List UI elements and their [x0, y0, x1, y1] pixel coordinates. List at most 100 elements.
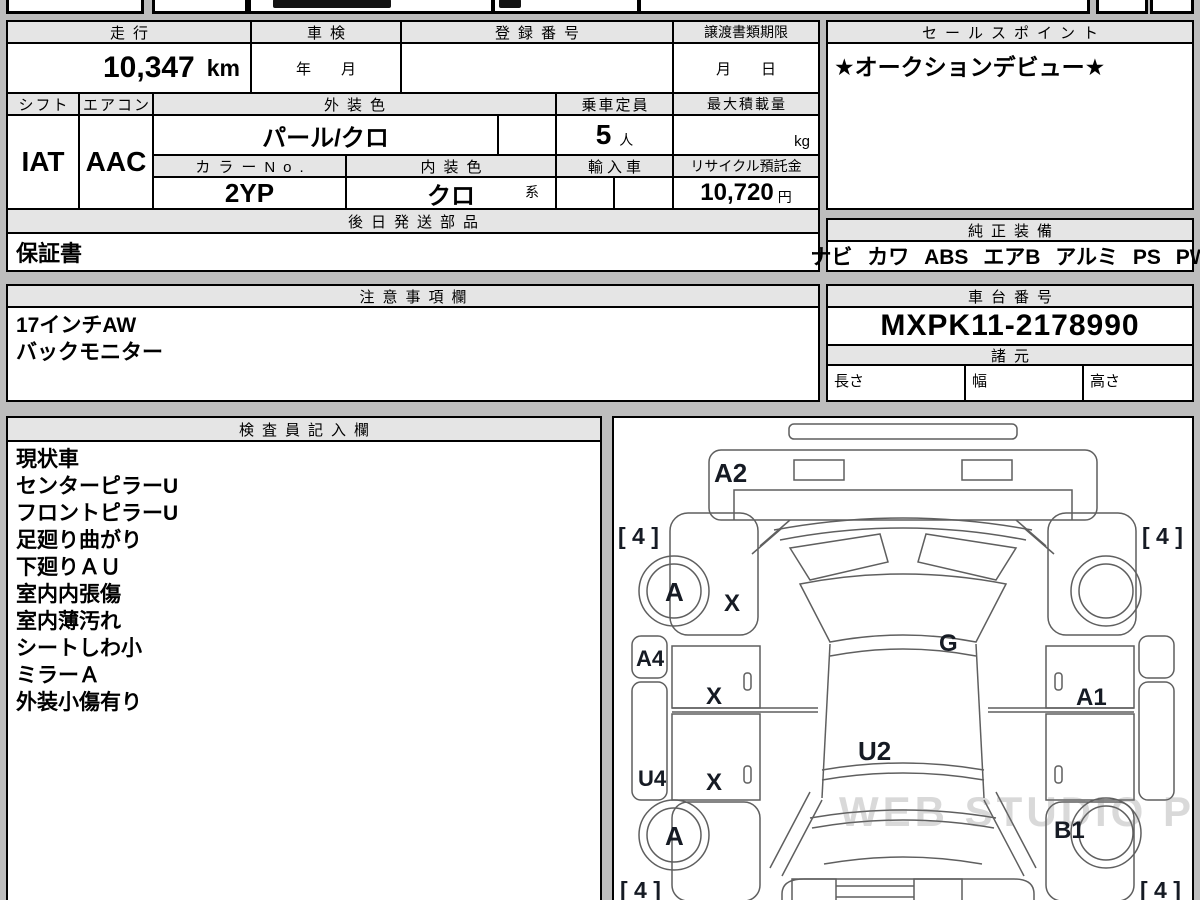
front-garnish-left [793, 459, 845, 481]
car-diagram-box: WEB STUDIO PRO A2 [ 4 ] [ 4 ] [ 4 ] [ 4 … [612, 416, 1200, 900]
notes-body: 17インチAW バックモニター [6, 306, 820, 402]
inspector-line: 足廻り曲がり [16, 529, 142, 552]
color-no-header: カラーNo. [152, 154, 347, 178]
color-no-value: 2YP [152, 176, 347, 210]
rear-bumper-lines [836, 885, 914, 898]
top-row-cell [638, 0, 1090, 14]
later-parts-header: 後日発送部品 [6, 208, 820, 234]
specs-header: 諸元 [826, 344, 1194, 366]
recycle-deposit-value: 10,720 [700, 179, 774, 206]
front-right-wheel [1070, 555, 1142, 627]
left-sill-lines [672, 707, 818, 713]
note-line: バックモニター [16, 341, 163, 364]
max-load-cell: kg [672, 114, 820, 156]
car-diagram: WEB STUDIO PRO A2 [ 4 ] [ 4 ] [ 4 ] [ 4 … [618, 423, 1200, 900]
damage-label-rail-u4: U4 [638, 766, 667, 791]
damage-label-u2: U2 [858, 736, 891, 766]
rear-left-fold-lines [769, 791, 823, 877]
inspector-body: 現状車 センターピラーU フロントピラーU 足廻り曲がり 下廻りＡＵ 室内内張傷… [6, 440, 602, 900]
interior-color-header: 内装色 [345, 154, 557, 178]
mileage-value: 10,347 [102, 51, 195, 84]
front-grille-line [733, 489, 1073, 520]
damage-label-a2: A2 [714, 458, 747, 488]
import-cell-1 [555, 176, 615, 210]
inspector-line: 室内内張傷 [16, 583, 121, 606]
import-header: 輸入車 [555, 154, 674, 178]
tire-label-rear-right: [ 4 ] [1140, 877, 1181, 900]
right-rail-rear [1138, 681, 1175, 801]
mileage-header: 走行 [6, 20, 252, 44]
right-front-door-handle [1054, 672, 1063, 691]
capacity-header: 乗車定員 [555, 92, 674, 116]
right-rail-front [1138, 635, 1175, 679]
notes-header: 注意事項欄 [6, 284, 820, 308]
auction-sheet: 走行 車検 登録番号 譲渡書類期限 10,347 km 年 月 月 日 シフト … [0, 0, 1200, 900]
inspector-line: シートしわ小 [16, 637, 142, 660]
recycle-deposit-cell: 10,720 円 [672, 176, 820, 210]
mileage-cell: 10,347 km [6, 42, 252, 94]
inspection-header: 車検 [250, 20, 402, 44]
front-right-fender [1047, 512, 1137, 636]
import-cell-2 [613, 176, 674, 210]
equipment-list: ナビ カワ ABS エアB アルミ PS PW [810, 240, 1200, 272]
capacity-cell: 5 人 [555, 114, 674, 156]
front-bumper [708, 449, 1098, 521]
inspector-line: 室内薄汚れ [16, 610, 121, 633]
aircon-value: AAC [78, 114, 154, 210]
shift-header: シフト [6, 92, 80, 116]
damage-label-door-x1: X [706, 683, 722, 710]
damage-label-wheel-rear-left: A [665, 821, 684, 851]
rear-left-quarter [671, 801, 761, 900]
inspector-line: センターピラーU [16, 475, 179, 498]
exterior-color-header: 外装色 [152, 92, 557, 116]
spec-length: 長さ [826, 364, 966, 402]
cabin-edge-right [975, 643, 985, 799]
top-row-cell [152, 0, 248, 14]
top-row-cell [492, 0, 640, 14]
cabin-edge-left [821, 643, 831, 799]
later-parts-value: 保証書 [6, 232, 820, 272]
spec-height: 高さ [1082, 364, 1194, 402]
clipped-text-fragment [273, 0, 391, 8]
tire-label-rear-left: [ 4 ] [620, 877, 661, 900]
recycle-deposit-header: リサイクル預託金 [672, 154, 820, 178]
recycle-deposit-unit: 円 [777, 189, 792, 205]
mileage-unit: km [206, 54, 240, 81]
inspection-cell: 年 月 [250, 42, 402, 94]
rear-seat-arc-1 [821, 762, 985, 771]
capacity-unit: 人 [619, 132, 634, 148]
damage-label-rail-a4: A4 [636, 646, 665, 671]
capacity-value: 5 [595, 119, 612, 150]
watermark: WEB STUDIO PRO [839, 788, 1192, 835]
right-rear-door-handle [1054, 765, 1063, 784]
tire-label-front-left: [ 4 ] [618, 523, 659, 549]
cowl-arc-2 [779, 527, 1027, 541]
inspector-line: 下廻りＡＵ [16, 556, 121, 579]
windshield-glass [798, 573, 1008, 643]
inspector-line: 現状車 [16, 448, 79, 471]
inspector-header: 検査員記入欄 [6, 416, 602, 442]
damage-label-door-x2: X [706, 769, 722, 796]
exterior-color-value: パール/クロ [152, 114, 499, 156]
exterior-color-sub-cell [497, 114, 557, 156]
chassis-value: MXPK11-2178990 [826, 306, 1194, 346]
rear-bumper-notch-right [913, 878, 963, 900]
aircon-header: エアコン [78, 92, 154, 116]
rear-window-arc [823, 856, 983, 865]
interior-color-value: クロ [427, 182, 475, 210]
damage-label-b1: B1 [1054, 817, 1085, 844]
damage-label-a1: A1 [1076, 684, 1107, 711]
top-row-cell [1096, 0, 1148, 14]
note-line: 17インチAW [16, 314, 137, 337]
left-rear-door-handle [743, 765, 752, 784]
damage-label-wheel-front-left: A [665, 577, 684, 607]
transfer-deadline-header: 譲渡書類期限 [672, 20, 820, 44]
max-load-header: 最大積載量 [672, 92, 820, 116]
front-garnish-right [961, 459, 1013, 481]
inspector-line: フロントピラーU [16, 502, 179, 525]
damage-label-fender-x: X [724, 590, 740, 617]
interior-color-suffix: 系 [525, 184, 539, 200]
equipment-header: 純正装備 [826, 218, 1194, 242]
shift-value: IAT [6, 114, 80, 210]
front-right-wheel-inner [1078, 563, 1134, 619]
